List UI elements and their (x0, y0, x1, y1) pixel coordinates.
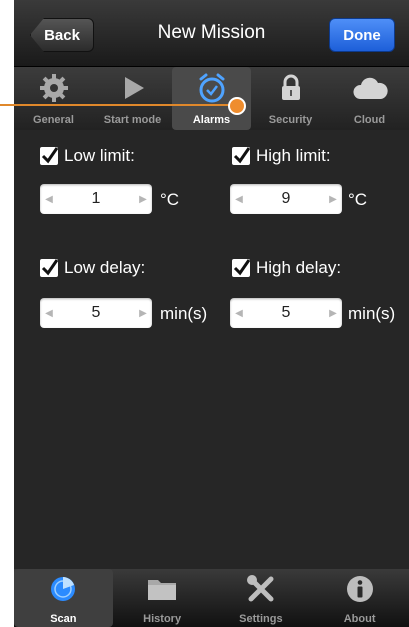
high-limit-toggle[interactable]: High limit: (232, 146, 331, 166)
tabbar-label: About (343, 613, 376, 625)
tabbar-label: History (143, 613, 182, 625)
low-limit-unit: °C (160, 190, 180, 209)
high-limit-label: High limit: (256, 146, 331, 165)
navigation-bar: Back New Mission Done (14, 0, 409, 67)
mission-tab-strip: General Start mode Alarms Security Cloud (14, 67, 409, 130)
tabbar-item-scan[interactable]: Scan (14, 569, 113, 627)
low-limit-label: Low limit: (64, 146, 135, 165)
info-icon (345, 574, 375, 607)
increment-arrow-icon[interactable]: ▶ (324, 308, 342, 319)
tabbar-label: Scan (50, 613, 77, 625)
tab-label: Security (268, 114, 313, 126)
tools-icon (246, 574, 276, 607)
folder-icon (146, 574, 178, 605)
increment-arrow-icon[interactable]: ▶ (134, 308, 152, 319)
low-limit-value[interactable]: 1 (92, 190, 101, 208)
checkmark-icon[interactable] (40, 259, 59, 277)
low-delay-value[interactable]: 5 (92, 304, 101, 322)
high-delay-unit: min(s) (348, 304, 396, 323)
low-delay-unit: min(s) (160, 304, 208, 323)
alarm-clock-icon (196, 73, 228, 108)
tab-cloud[interactable]: Cloud (330, 67, 409, 130)
checkmark-icon[interactable] (232, 259, 251, 277)
low-delay-toggle[interactable]: Low delay: (40, 258, 145, 278)
tab-general[interactable]: General (14, 67, 93, 130)
tab-security[interactable]: Security (251, 67, 330, 130)
decrement-arrow-icon[interactable]: ◀ (40, 308, 58, 319)
radar-icon (48, 574, 78, 607)
tabbar-item-about[interactable]: About (310, 569, 409, 627)
low-limit-toggle[interactable]: Low limit: (40, 146, 135, 166)
bottom-tab-bar: Scan History Settings About (14, 569, 409, 627)
decrement-arrow-icon[interactable]: ◀ (230, 308, 248, 319)
high-delay-toggle[interactable]: High delay: (232, 258, 341, 278)
callout-line (0, 104, 232, 106)
low-delay-label: Low delay: (64, 258, 146, 277)
high-delay-label: High delay: (256, 258, 342, 277)
high-limit-unit: °C (348, 190, 368, 209)
high-limit-stepper[interactable]: ◀ 9 ▶ (230, 184, 342, 214)
increment-arrow-icon[interactable]: ▶ (134, 194, 152, 205)
increment-arrow-icon[interactable]: ▶ (324, 194, 342, 205)
tab-label: Start mode (103, 114, 162, 126)
tab-start-mode[interactable]: Start mode (93, 67, 172, 130)
tabbar-label: Settings (239, 613, 283, 625)
callout-dot (228, 97, 246, 115)
tab-label: Cloud (353, 114, 386, 126)
high-delay-value[interactable]: 5 (282, 304, 291, 322)
high-delay-stepper[interactable]: ◀ 5 ▶ (230, 298, 342, 328)
tabbar-item-history[interactable]: History (113, 569, 212, 627)
play-icon (118, 73, 148, 106)
tabbar-item-settings[interactable]: Settings (212, 569, 311, 627)
done-button[interactable]: Done (329, 18, 395, 52)
checkmark-icon[interactable] (232, 147, 251, 165)
decrement-arrow-icon[interactable]: ◀ (40, 194, 58, 205)
lock-icon (276, 73, 306, 106)
decrement-arrow-icon[interactable]: ◀ (230, 194, 248, 205)
tab-label: General (33, 114, 74, 126)
checkmark-icon[interactable] (40, 147, 59, 165)
low-limit-stepper[interactable]: ◀ 1 ▶ (40, 184, 152, 214)
low-delay-stepper[interactable]: ◀ 5 ▶ (40, 298, 152, 328)
gear-icon (39, 73, 69, 106)
cloud-icon (352, 73, 388, 106)
high-limit-value[interactable]: 9 (282, 190, 291, 208)
phone-screen: Back New Mission Done General Start mode… (14, 0, 409, 627)
tab-label: Alarms (192, 114, 231, 126)
